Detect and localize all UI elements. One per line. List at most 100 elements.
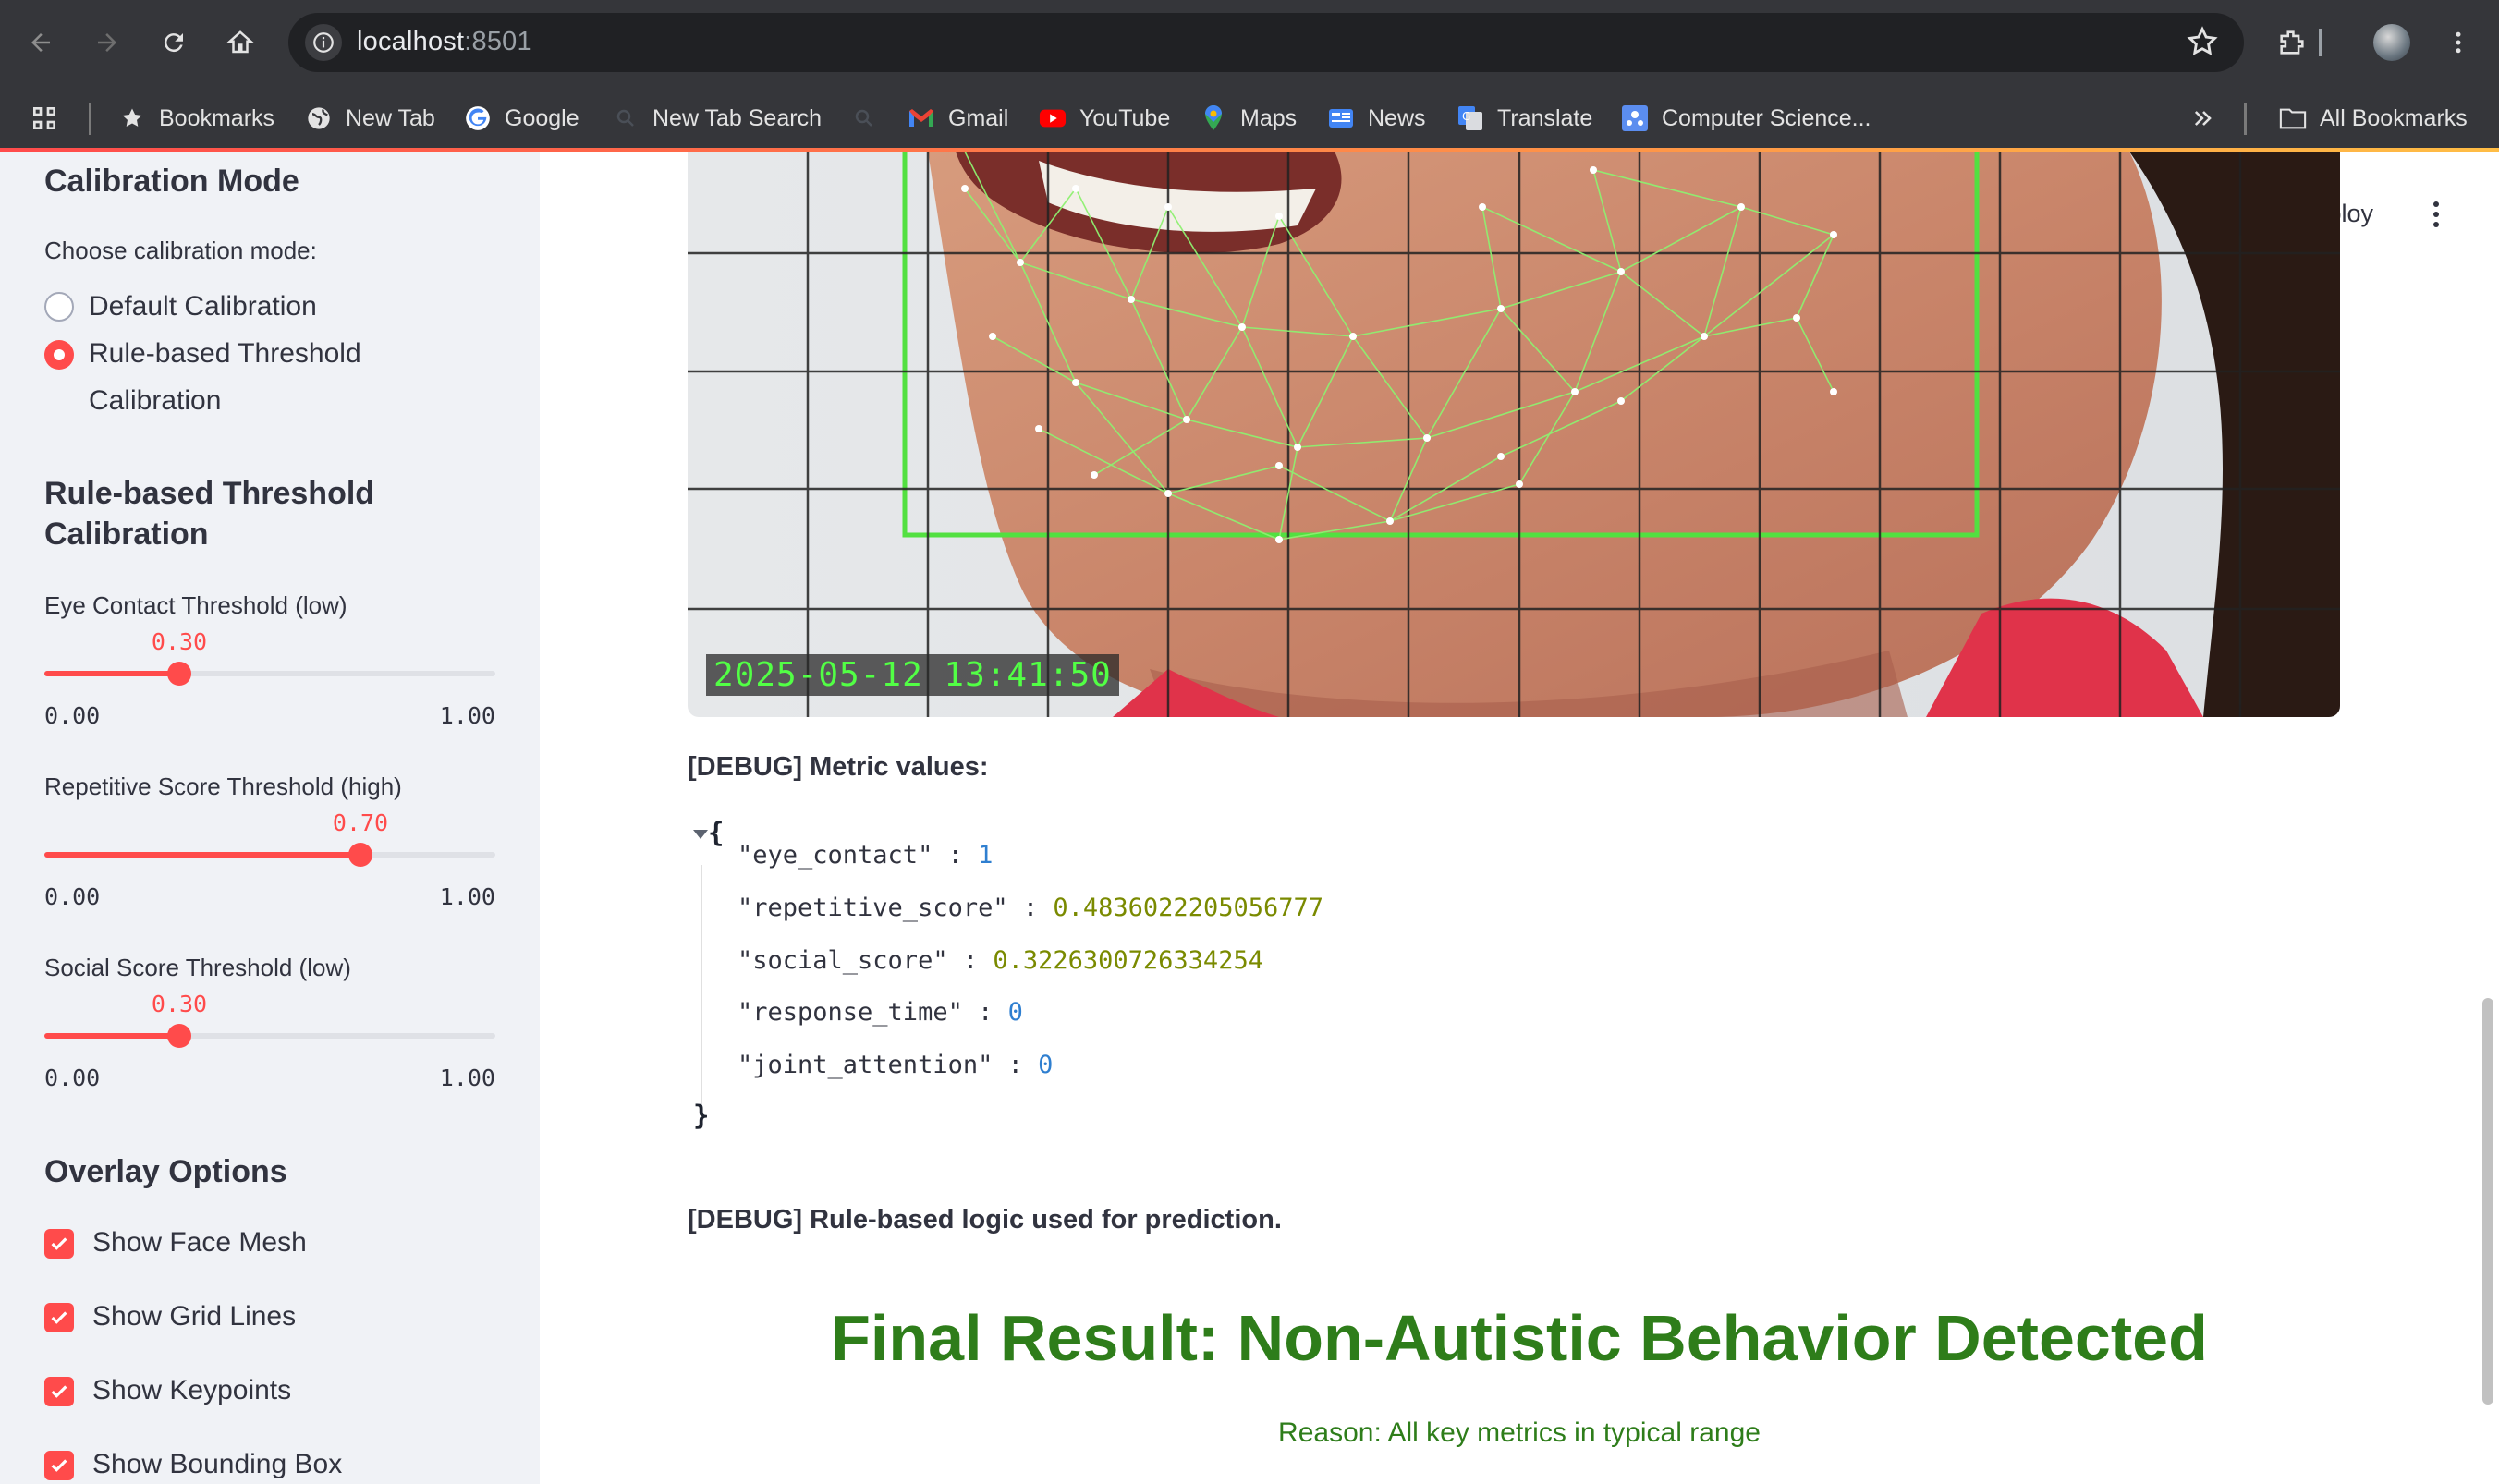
checkbox-checked-icon[interactable] xyxy=(44,1451,74,1480)
checkbox-checked-icon[interactable] xyxy=(44,1377,74,1406)
checkbox-checked-icon[interactable] xyxy=(44,1303,74,1332)
profile-avatar[interactable] xyxy=(2370,20,2414,65)
final-result-heading: Final Result: Non-Autistic Behavior Dete… xyxy=(831,1302,2208,1374)
json-row-response-time: "response_time" : 0 xyxy=(738,998,1023,1027)
star-icon xyxy=(118,104,146,132)
face-mesh-overlay xyxy=(688,152,2340,717)
video-timestamp: 2025-05-12 13:41:50 xyxy=(706,654,1119,696)
json-value: 1 xyxy=(978,841,994,870)
apps-grid-icon[interactable] xyxy=(30,100,59,137)
slider-fill xyxy=(44,671,179,676)
bookmark-google[interactable]: Google xyxy=(464,100,579,137)
json-key: "repetitive_score" xyxy=(738,894,1008,922)
debug-metric-label: [DEBUG] Metric values: xyxy=(688,752,989,782)
home-button[interactable] xyxy=(218,20,262,65)
google-icon xyxy=(464,104,492,132)
json-indent-guide xyxy=(701,865,702,1114)
back-button[interactable] xyxy=(18,20,63,65)
slider-thumb[interactable] xyxy=(167,1024,191,1048)
radio-unchecked-icon[interactable] xyxy=(44,292,74,322)
repetitive-score-threshold-value: 0.70 xyxy=(332,809,389,836)
social-score-threshold-label: Social Score Threshold (low) xyxy=(44,954,351,981)
slider-min-label: 0.00 xyxy=(44,702,101,729)
main-content: Deploy xyxy=(540,152,2499,1484)
overlay-options-heading: Overlay Options xyxy=(44,1154,287,1189)
slider-min-label: 0.00 xyxy=(44,1064,101,1091)
eye-contact-threshold-label: Eye Contact Threshold (low) xyxy=(44,591,347,619)
bookmarks-divider xyxy=(89,103,91,135)
threshold-heading-line1: Rule-based Threshold xyxy=(44,476,375,511)
checkbox-label[interactable]: Show Bounding Box xyxy=(92,1446,342,1483)
threshold-heading-line2: Calibration xyxy=(44,517,209,552)
checkbox-label[interactable]: Show Keypoints xyxy=(92,1372,291,1409)
more-bookmarks-chevron-icon[interactable] xyxy=(2190,100,2216,137)
extensions-icon[interactable] xyxy=(2270,20,2314,65)
webcam-frame-image: 2025-05-12 13:41:50 xyxy=(688,152,2340,717)
sidebar: Calibration Mode Choose calibration mode… xyxy=(0,152,540,1484)
gmail-icon xyxy=(908,104,935,132)
translate-icon: G xyxy=(1457,104,1484,132)
bookmarks-bar: Bookmarks New Tab Google New Tab Search … xyxy=(0,87,2499,152)
json-key: "response_time" xyxy=(738,998,963,1027)
final-result-reason: Reason: All key metrics in typical range xyxy=(1278,1417,1761,1448)
bookmark-gmail[interactable]: Gmail xyxy=(908,100,1008,137)
social-score-threshold-value: 0.30 xyxy=(151,991,208,1017)
slider-thumb[interactable] xyxy=(167,662,191,686)
json-key: "social_score" xyxy=(738,946,948,975)
checkbox-label[interactable]: Show Grid Lines xyxy=(92,1298,296,1335)
globe-icon xyxy=(305,104,333,132)
bookmark-new-tab-search[interactable]: New Tab Search xyxy=(612,100,822,137)
browser-toolbar: localhost:8501 xyxy=(0,0,2499,87)
url-text[interactable]: localhost:8501 xyxy=(357,27,532,57)
eye-contact-threshold-value: 0.30 xyxy=(151,628,208,655)
slider-fill xyxy=(44,852,360,858)
reload-button[interactable] xyxy=(152,20,196,65)
json-row-joint-attention: "joint_attention" : 0 xyxy=(738,1051,1054,1079)
site-info-icon[interactable] xyxy=(305,24,342,61)
threshold-heading: Rule-based Threshold Calibration xyxy=(44,473,374,554)
bookmark-youtube[interactable]: YouTube xyxy=(1039,100,1170,137)
checkbox-checked-icon[interactable] xyxy=(44,1229,74,1259)
slider-fill xyxy=(44,1033,179,1039)
slider-thumb[interactable] xyxy=(348,843,372,867)
address-bar[interactable]: localhost:8501 xyxy=(288,13,2244,72)
youtube-icon xyxy=(1039,104,1067,132)
json-row-eye-contact: "eye_contact" : 1 xyxy=(738,841,994,870)
json-value: 0.3226300726334254 xyxy=(993,946,1263,975)
metrics-json-viewer: { "eye_contact" : 1 "repetitive_score" :… xyxy=(688,817,1519,1168)
radio-rule-based-label-line2[interactable]: Calibration xyxy=(89,378,221,424)
repetitive-score-threshold-label: Repetitive Score Threshold (high) xyxy=(44,772,402,800)
debug-logic-label: [DEBUG] Rule-based logic used for predic… xyxy=(688,1205,1282,1235)
forward-button[interactable] xyxy=(85,20,129,65)
bookmark-search-unlabeled[interactable] xyxy=(850,100,891,137)
search-icon xyxy=(850,104,878,132)
json-key: "eye_contact" xyxy=(738,841,933,870)
app-menu-icon[interactable] xyxy=(2418,196,2455,233)
all-bookmarks[interactable]: All Bookmarks xyxy=(2279,100,2468,137)
collapse-caret-icon[interactable] xyxy=(693,830,708,839)
eye-contact-threshold-slider[interactable] xyxy=(44,662,495,686)
bookmarks-divider-right xyxy=(2244,103,2247,135)
bookmark-star-icon[interactable] xyxy=(2185,24,2220,64)
json-close-brace: } xyxy=(693,1100,710,1131)
repetitive-score-threshold-slider[interactable] xyxy=(44,843,495,867)
toolbar-divider xyxy=(2318,20,2322,65)
checkbox-label[interactable]: Show Face Mesh xyxy=(92,1224,307,1261)
folder-icon xyxy=(2279,104,2307,132)
radio-default-label[interactable]: Default Calibration xyxy=(89,284,317,330)
radio-rule-based-label[interactable]: Rule-based Threshold xyxy=(89,331,361,377)
bookmark-new-tab[interactable]: New Tab xyxy=(305,100,435,137)
slider-max-label: 1.00 xyxy=(439,702,495,729)
bookmark-computer-science[interactable]: Computer Science... xyxy=(1621,100,1871,137)
bookmark-news[interactable]: News xyxy=(1327,100,1426,137)
bookmark-bookmarks[interactable]: Bookmarks xyxy=(118,100,274,137)
bookmark-translate[interactable]: G Translate xyxy=(1457,100,1592,137)
slider-max-label: 1.00 xyxy=(439,1064,495,1091)
social-score-threshold-slider[interactable] xyxy=(44,1024,495,1048)
main-scrollbar[interactable] xyxy=(2482,998,2493,1405)
search-icon xyxy=(612,104,640,132)
browser-menu-icon[interactable] xyxy=(2436,20,2481,65)
svg-text:G: G xyxy=(1462,110,1470,123)
bookmark-maps[interactable]: Maps xyxy=(1200,100,1297,137)
radio-checked-icon[interactable] xyxy=(44,340,74,370)
